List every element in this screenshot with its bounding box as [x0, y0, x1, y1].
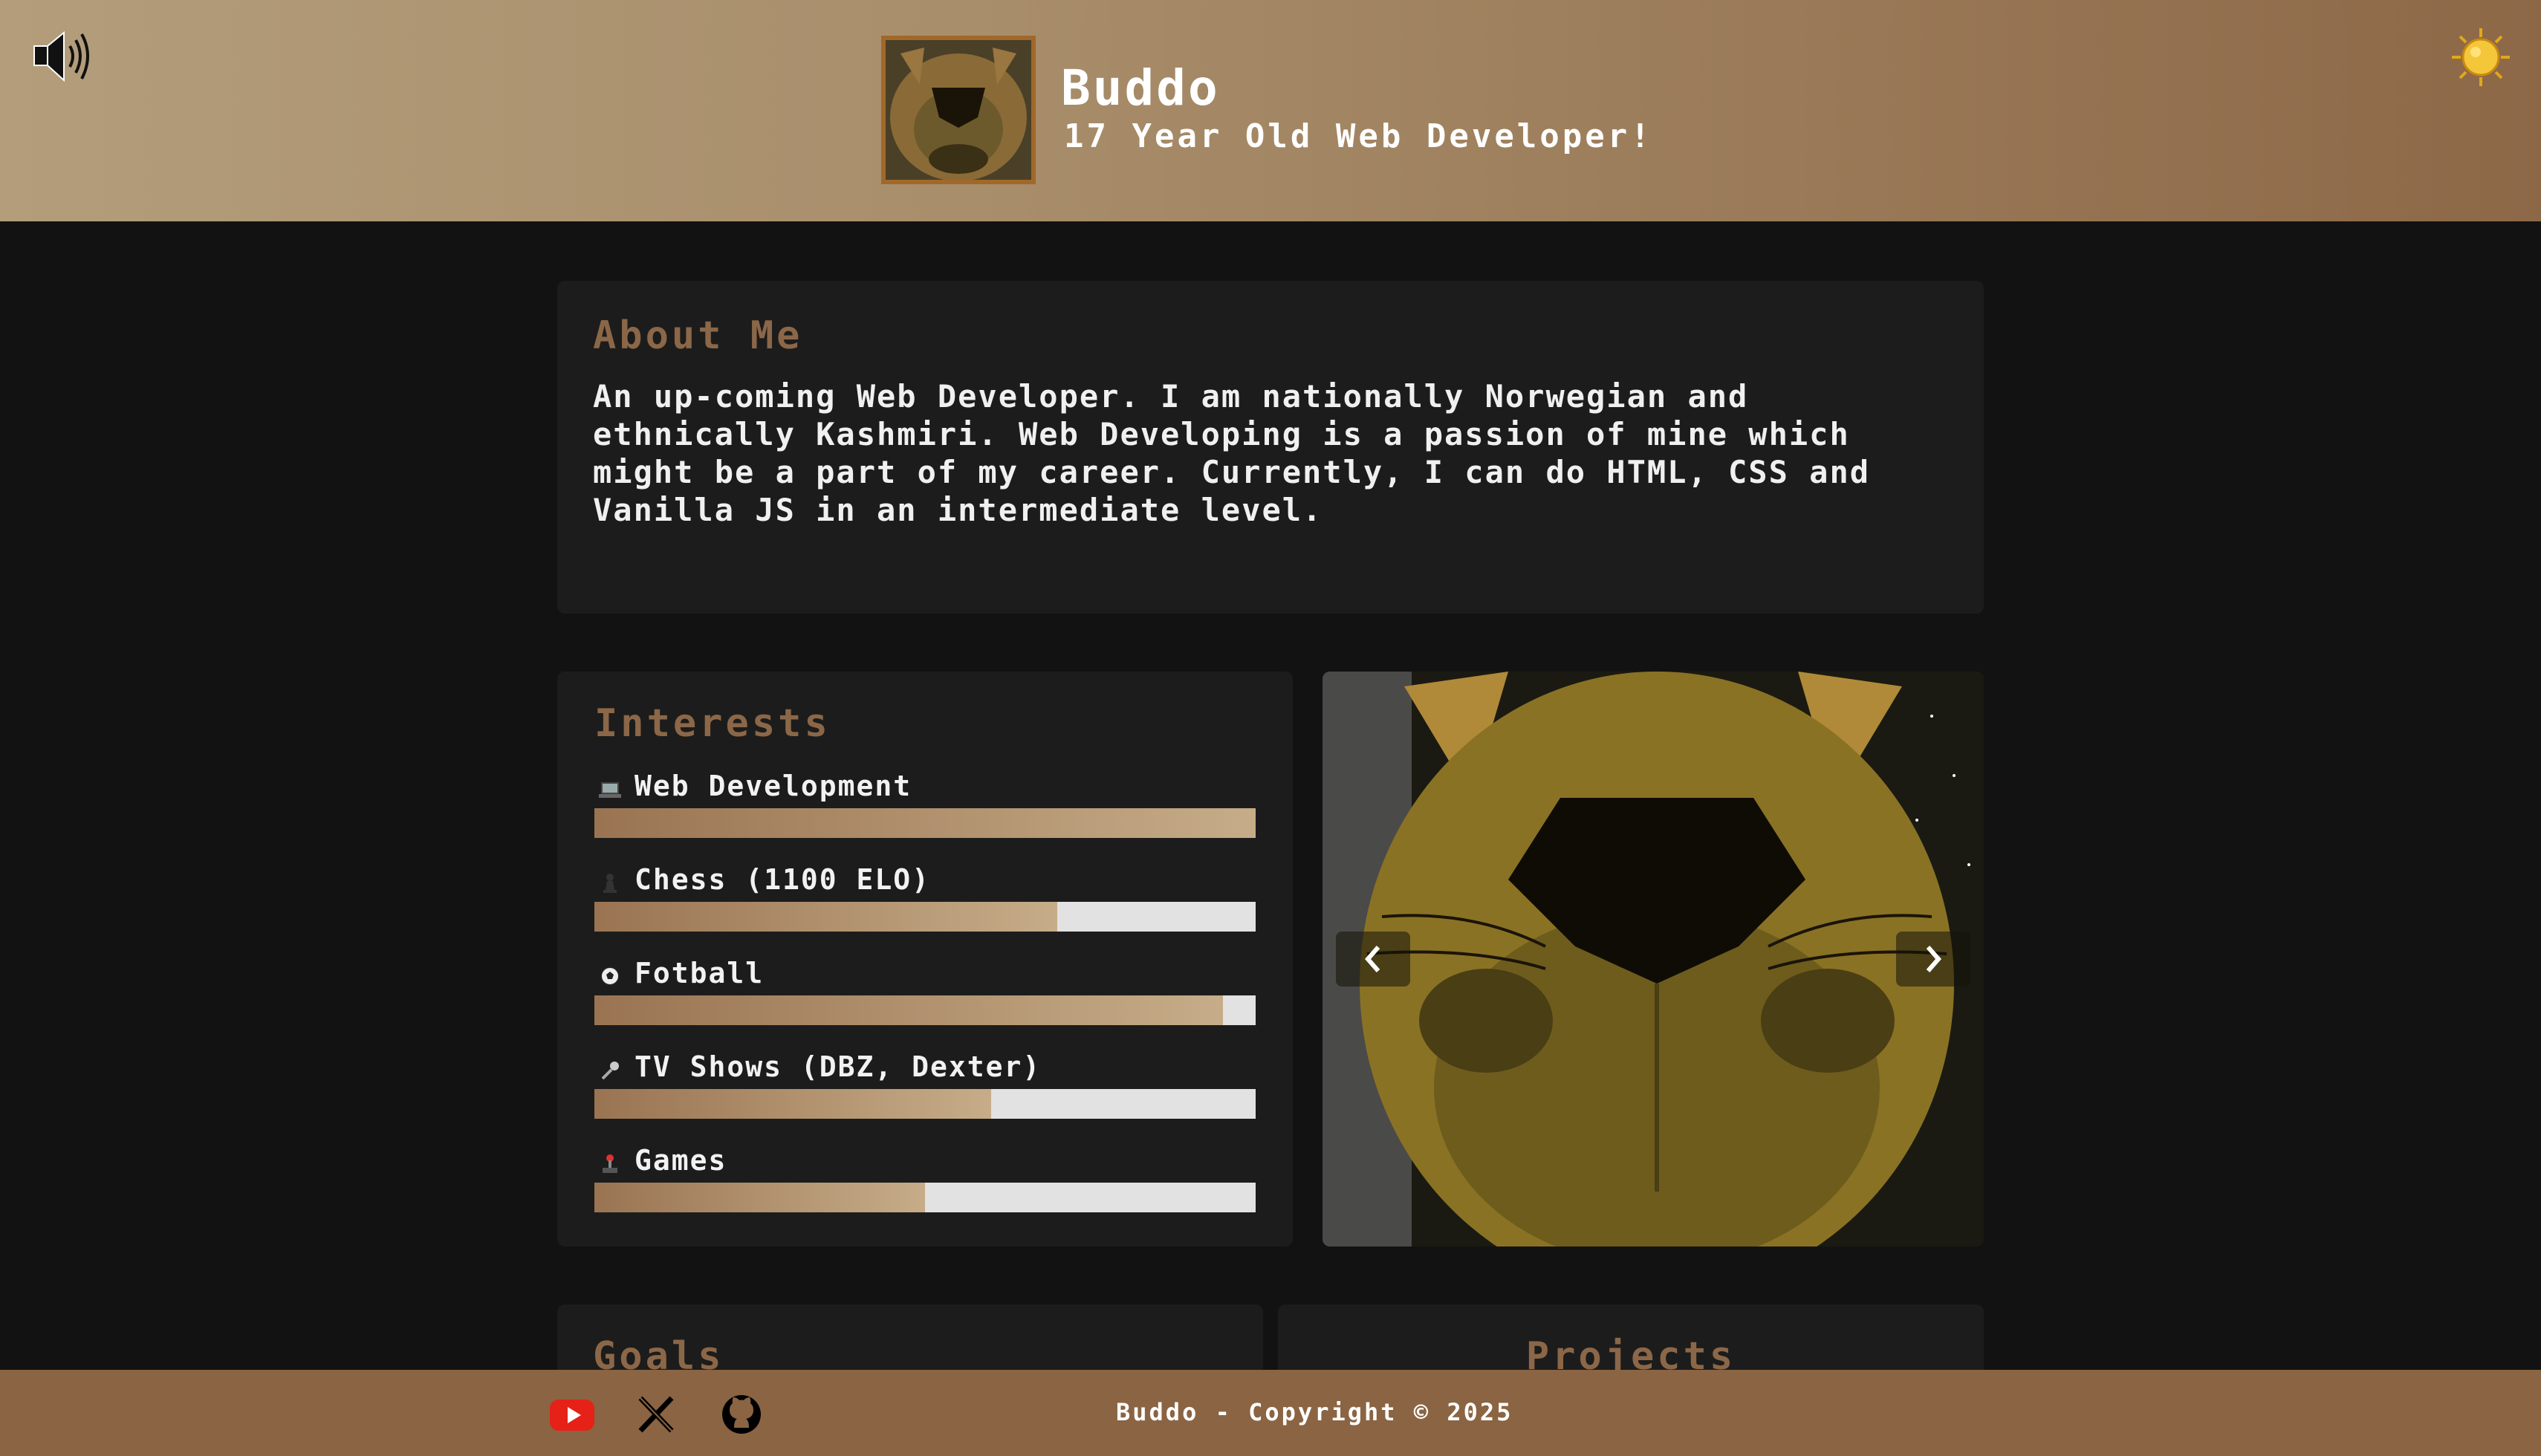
interest-label: Chess (1100 ELO): [635, 863, 931, 896]
interest-item: Fotball: [594, 954, 1256, 1025]
x-link[interactable]: [633, 1394, 681, 1435]
image-carousel: [1323, 672, 1984, 1247]
interest-bar: [594, 1183, 1256, 1212]
site-name: Buddo: [1061, 59, 1220, 117]
youtube-icon: [550, 1400, 594, 1431]
copyright-text: Buddo - Copyright © 2025: [1116, 1398, 1513, 1426]
interest-item: Chess (1100 ELO): [594, 860, 1256, 932]
interest-bar: [594, 808, 1256, 838]
joystick-icon: [594, 1147, 626, 1174]
carousel-next-button[interactable]: [1896, 932, 1970, 987]
site-tagline: 17 Year Old Web Developer!: [1064, 117, 1653, 155]
x-icon: [638, 1396, 674, 1433]
profile-avatar: [881, 36, 1036, 184]
interests-card: Interests Web Development Chess (1100 EL…: [557, 672, 1293, 1247]
interest-bar: [594, 995, 1256, 1025]
github-icon: [722, 1395, 761, 1434]
interest-bar-fill: [594, 1089, 991, 1119]
interest-label: Fotball: [635, 957, 765, 989]
laptop-icon: [594, 773, 626, 799]
interest-item: TV Shows (DBZ, Dexter): [594, 1047, 1256, 1119]
youtube-link[interactable]: [548, 1394, 596, 1435]
interests-title: Interests: [594, 701, 831, 746]
interest-label: Web Development: [635, 770, 912, 802]
interest-bar-fill: [594, 808, 1256, 838]
interest-label: TV Shows (DBZ, Dexter): [635, 1050, 1042, 1083]
chevron-right-icon: [1926, 946, 1941, 972]
chess-pawn-icon: [594, 866, 626, 893]
interest-item: Web Development: [594, 767, 1256, 838]
interest-bar-fill: [594, 902, 1057, 932]
about-text: An up-coming Web Developer. I am nationa…: [593, 378, 1871, 528]
carousel-prev-button[interactable]: [1336, 932, 1410, 987]
site-footer: Buddo - Copyright © 2025: [0, 1370, 2541, 1456]
chevron-left-icon: [1365, 946, 1380, 972]
microphone-icon: [594, 1053, 626, 1080]
theme-toggle-button[interactable]: [2449, 25, 2513, 89]
interest-bar: [594, 1089, 1256, 1119]
github-link[interactable]: [718, 1394, 765, 1435]
interest-bar-fill: [594, 995, 1223, 1025]
interest-bar: [594, 902, 1256, 932]
carousel-image: [1323, 672, 1984, 1247]
sun-icon: [2452, 28, 2510, 86]
interest-item: Games: [594, 1141, 1256, 1212]
about-title: About Me: [593, 313, 803, 358]
interest-bar-fill: [594, 1183, 925, 1212]
sound-toggle-button[interactable]: [30, 25, 92, 88]
interest-label: Games: [635, 1144, 727, 1177]
site-header: Buddo 17 Year Old Web Developer!: [0, 0, 2541, 221]
speaker-icon: [33, 30, 89, 82]
about-card: About Me An up-coming Web Developer. I a…: [557, 281, 1984, 614]
football-icon: [594, 960, 626, 987]
